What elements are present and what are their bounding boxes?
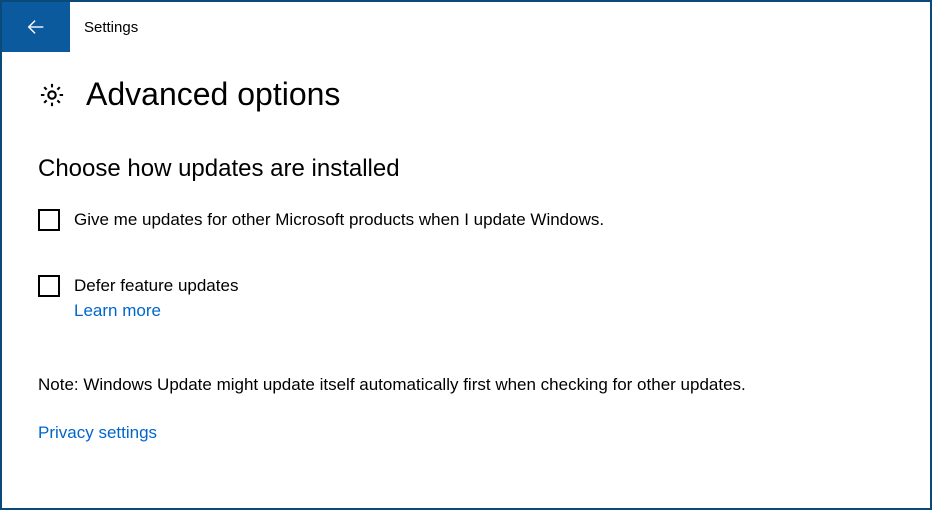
back-button[interactable]: [2, 2, 70, 52]
page-title: Advanced options: [86, 76, 340, 113]
learn-more-link[interactable]: Learn more: [74, 301, 161, 321]
privacy-settings-link[interactable]: Privacy settings: [38, 423, 157, 443]
microsoft-products-option: Give me updates for other Microsoft prod…: [38, 209, 894, 231]
defer-updates-checkbox[interactable]: [38, 275, 60, 297]
defer-updates-option: Defer feature updates: [38, 275, 894, 297]
defer-updates-label: Defer feature updates: [74, 276, 238, 296]
content-area: Advanced options Choose how updates are …: [2, 52, 930, 443]
page-title-row: Advanced options: [38, 76, 894, 113]
section-title: Choose how updates are installed: [38, 155, 894, 183]
microsoft-products-checkbox[interactable]: [38, 209, 60, 231]
back-arrow-icon: [25, 16, 47, 38]
gear-icon: [38, 81, 66, 109]
header: Settings: [2, 2, 930, 52]
note-text: Note: Windows Update might update itself…: [38, 375, 894, 395]
microsoft-products-label: Give me updates for other Microsoft prod…: [74, 210, 604, 230]
header-title: Settings: [84, 19, 138, 36]
